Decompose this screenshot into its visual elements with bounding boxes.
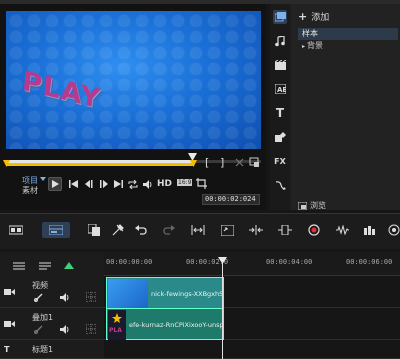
tools-icon[interactable] xyxy=(110,222,126,238)
fullscreen-icon[interactable] xyxy=(219,222,235,238)
track-name: 视频 xyxy=(32,281,48,290)
auto-music-icon[interactable] xyxy=(362,222,378,238)
storyboard-view-icon[interactable] xyxy=(8,222,24,238)
ruler-tick: 00:00:04:00 xyxy=(266,258,313,266)
svg-text:AB: AB xyxy=(277,86,286,94)
audio-mixer-icon[interactable] xyxy=(334,222,350,238)
record-icon[interactable] xyxy=(306,222,322,238)
playhead-line xyxy=(222,258,223,359)
next-frame-icon[interactable] xyxy=(96,177,110,191)
playhead-handle[interactable] xyxy=(218,257,227,264)
title-icon[interactable]: T xyxy=(273,106,287,120)
browse-icon xyxy=(298,201,307,210)
track-list-icon[interactable] xyxy=(39,262,51,270)
more-tools-icon[interactable] xyxy=(386,222,400,238)
fx-filter-icon[interactable]: FX xyxy=(273,154,287,168)
fit-timeline-icon[interactable] xyxy=(190,222,206,238)
svg-text:PLA: PLA xyxy=(109,327,122,334)
track-mute-icon[interactable] xyxy=(60,325,70,334)
ruler-tick: 00:00:00:00 xyxy=(106,258,153,266)
repeat-icon[interactable] xyxy=(126,177,140,191)
go-to-start-icon[interactable] xyxy=(66,177,80,191)
link-icon[interactable] xyxy=(34,325,43,334)
track-manager-icon[interactable] xyxy=(13,262,25,270)
library-folder-label: 背景 xyxy=(307,41,324,50)
previous-frame-icon[interactable] xyxy=(82,177,96,191)
play-button[interactable] xyxy=(48,177,62,191)
video-editor-app: PLAY [ ] 项目 素材 HD 16:9 00:00:02:024 AB T… xyxy=(0,0,400,359)
timecode-display[interactable]: 00:00:02:024 xyxy=(202,194,260,205)
volume-icon[interactable] xyxy=(141,177,155,191)
path-motion-icon[interactable] xyxy=(273,178,287,192)
video-preview[interactable]: PLAY xyxy=(6,11,261,149)
track-grid-icon[interactable] xyxy=(86,324,96,334)
ruler-tick: 00:00:06:00 xyxy=(346,258,393,266)
chevron-right-icon: ▸ xyxy=(302,43,306,50)
split-icon[interactable] xyxy=(248,222,264,238)
video-clip[interactable]: nick-fewings-XXBgxhS_-v xyxy=(106,277,224,309)
redo-icon[interactable] xyxy=(161,222,177,238)
library-tabs: AB T FX xyxy=(270,4,290,210)
timeline-view-icon[interactable] xyxy=(42,222,70,238)
clip-filename: efe-kurnaz-RnCPiXixooY-unsplash xyxy=(129,321,223,329)
go-to-end-icon[interactable] xyxy=(111,177,125,191)
track-grid-icon[interactable] xyxy=(86,292,96,302)
clip-mode-label[interactable]: 素材 xyxy=(22,185,38,196)
copy-icon[interactable] xyxy=(86,222,102,238)
hd-preview-toggle[interactable]: HD xyxy=(157,179,172,189)
clip-filename: nick-fewings-XXBgxhS_-v xyxy=(151,290,223,298)
track-mute-icon[interactable] xyxy=(60,293,70,302)
aspect-ratio-button[interactable]: 16:9 xyxy=(177,179,193,186)
clip-thumbnail: PLA xyxy=(108,310,126,340)
library-folder-item[interactable]: 样本 xyxy=(298,28,398,40)
title-track-icon: T xyxy=(4,345,10,354)
media-library-icon[interactable] xyxy=(273,10,287,24)
add-label: 添加 xyxy=(311,13,330,23)
browse-label: 浏览 xyxy=(310,201,326,210)
plus-icon: + xyxy=(298,10,308,23)
snapshot-icon[interactable] xyxy=(249,157,260,168)
link-icon[interactable] xyxy=(34,293,43,302)
video-track-icon xyxy=(4,288,15,296)
library-folder-item[interactable]: ▸ 背景 xyxy=(298,40,398,52)
track-name: 标题1 xyxy=(32,345,54,354)
trim-start-handle[interactable] xyxy=(3,160,10,168)
mark-in-button[interactable]: [ xyxy=(205,156,209,169)
overlay-clip[interactable]: PLA efe-kurnaz-RnCPiXixooY-unsplash xyxy=(106,308,224,340)
crop-icon[interactable] xyxy=(196,178,207,189)
transition-icon[interactable]: AB xyxy=(273,82,287,96)
browse-button[interactable]: 浏览 xyxy=(298,200,326,211)
cut-icon[interactable] xyxy=(234,157,245,168)
trim-end-handle[interactable] xyxy=(190,160,197,168)
undo-icon[interactable] xyxy=(133,222,149,238)
mark-out-button[interactable]: ] xyxy=(220,156,224,169)
add-marker-icon[interactable] xyxy=(64,262,74,269)
graphics-icon[interactable] xyxy=(273,130,287,144)
instant-project-icon[interactable] xyxy=(273,58,287,72)
title-track xyxy=(0,340,400,359)
trim-range-bar xyxy=(6,163,193,166)
audio-library-icon[interactable] xyxy=(273,34,287,48)
add-folder-button[interactable]: + 添加 xyxy=(298,10,329,23)
trim-icon[interactable] xyxy=(277,222,293,238)
track-name: 叠加1 xyxy=(32,313,54,322)
clip-thumbnail xyxy=(108,279,148,309)
chevron-down-icon xyxy=(40,177,46,181)
library-folder-list: 样本 ▸ 背景 xyxy=(298,28,398,52)
overlay-track-icon xyxy=(4,320,15,328)
